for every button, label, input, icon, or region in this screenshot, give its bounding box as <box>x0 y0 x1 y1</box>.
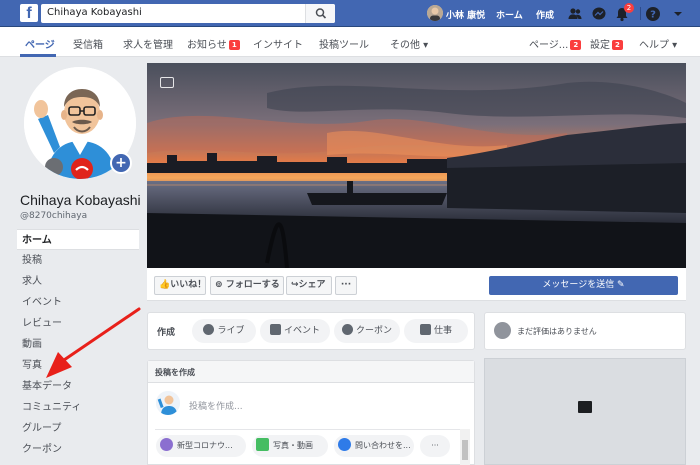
tab-page-right[interactable]: ページ... 2 <box>529 36 582 51</box>
sidebar-item-groups[interactable]: グループ <box>17 418 139 439</box>
settings-badge: 2 <box>612 40 623 50</box>
facebook-logo-icon[interactable]: f <box>20 4 38 22</box>
cover-photo[interactable] <box>147 63 686 268</box>
search-input[interactable]: Chihaya Kobayashi <box>41 4 335 23</box>
create-live-button[interactable]: ライブ <box>192 319 256 343</box>
covid-update-button[interactable]: 新型コロナウ... <box>156 435 246 457</box>
sidebar-item-coupons[interactable]: クーポン <box>17 439 139 460</box>
svg-text:?: ? <box>650 10 656 21</box>
share-arrow-icon: ↪ <box>291 280 299 290</box>
tab-more[interactable]: その他 ▾ <box>390 36 428 51</box>
create-coupon-button[interactable]: クーポン <box>334 319 400 343</box>
top-navigation-bar: f Chihaya Kobayashi 小林 康悦 ホーム 作成 2 ? <box>0 0 700 27</box>
review-speech-icon <box>494 322 511 339</box>
create-job-button[interactable]: 仕事 <box>404 319 468 343</box>
user-avatar[interactable] <box>427 5 443 21</box>
create-link[interactable]: 作成 <box>536 8 554 21</box>
sidebar-item-photos[interactable]: 写真 <box>17 355 139 376</box>
tab-publishing-tools[interactable]: 投稿ツール <box>319 36 369 51</box>
sidebar-item-about[interactable]: 基本データ <box>17 376 139 397</box>
add-profile-photo-button[interactable]: + <box>110 152 132 174</box>
rss-icon: ⊚ <box>215 280 226 290</box>
search-button[interactable] <box>305 4 335 23</box>
tab-notifications[interactable]: お知らせ 1 <box>187 36 240 51</box>
notifications-badge: 1 <box>228 40 240 50</box>
sidebar-item-reviews[interactable]: レビュー <box>17 313 139 334</box>
photo-placeholder-card[interactable] <box>484 358 686 465</box>
top-divider <box>640 7 641 20</box>
change-cover-camera-icon[interactable] <box>160 77 174 88</box>
messenger-bubble-icon <box>338 438 351 451</box>
create-post-card: 投稿を作成 投稿を作成... 新型コロナウ... 写真・動画 問い合わせを...… <box>147 360 475 465</box>
page-management-nav: ページ 受信箱 求人を管理 お知らせ 1 インサイト 投稿ツール その他 ▾ ペー… <box>0 27 700 57</box>
tab-help[interactable]: ヘルプ ▾ <box>639 36 677 51</box>
tab-settings[interactable]: 設定 2 <box>590 36 623 51</box>
create-event-button[interactable]: イベント <box>260 319 330 343</box>
sidebar-item-community[interactable]: コミュニティ <box>17 397 139 418</box>
notification-count-badge: 2 <box>624 3 634 13</box>
home-link[interactable]: ホーム <box>496 8 523 21</box>
account-menu-caret-icon[interactable] <box>670 6 686 22</box>
post-author-avatar <box>156 391 180 415</box>
sidebar-item-posts[interactable]: 投稿 <box>17 250 139 271</box>
help-icon[interactable]: ? <box>645 6 661 22</box>
video-camera-icon <box>203 324 215 335</box>
create-post-header: 投稿を作成 <box>148 361 474 383</box>
post-divider <box>155 429 460 430</box>
sidebar-item-jobs[interactable]: 求人 <box>17 271 139 292</box>
no-reviews-text: まだ評価はありません <box>517 327 597 336</box>
scrollbar-thumb[interactable] <box>462 440 468 460</box>
inquiry-button[interactable]: 問い合わせを... <box>334 435 414 457</box>
messenger-icon[interactable] <box>591 6 607 22</box>
sidebar-item-videos[interactable]: 動画 <box>17 334 139 355</box>
follow-button[interactable]: ⊚ フォローする <box>210 276 284 295</box>
post-composer-input[interactable]: 投稿を作成... <box>189 399 243 412</box>
tab-insights[interactable]: インサイト <box>253 36 303 51</box>
more-actions-button[interactable]: ··· <box>335 276 357 295</box>
create-label: 作成 <box>157 328 176 338</box>
active-tab-indicator <box>20 54 56 57</box>
calendar-icon <box>269 324 281 335</box>
sunset-harbor-image <box>147 63 686 268</box>
percent-icon <box>341 324 353 335</box>
user-name-link[interactable]: 小林 康悦 <box>446 8 485 21</box>
photo-video-button[interactable]: 写真・動画 <box>252 435 328 457</box>
briefcase-icon <box>419 324 431 335</box>
create-bar: 作成 ライブ イベント クーポン 仕事 <box>147 312 475 350</box>
tab-inbox[interactable]: 受信箱 <box>73 36 103 51</box>
add-photo-icon <box>578 401 592 413</box>
page-right-badge: 2 <box>570 40 582 50</box>
send-message-button[interactable]: メッセージを送信 ✎ <box>489 276 678 295</box>
sidebar-item-home[interactable]: ホーム <box>17 229 139 250</box>
tab-page-right-label: ページ... <box>529 40 569 51</box>
photo-icon <box>256 438 269 451</box>
covid-icon <box>160 438 173 451</box>
post-scrollbar[interactable] <box>460 429 470 465</box>
sidebar-item-events[interactable]: イベント <box>17 292 139 313</box>
tab-notifications-label: お知らせ <box>187 40 227 51</box>
reviews-card: まだ評価はありません <box>484 312 686 350</box>
page-sidebar-nav: ホーム 投稿 求人 イベント レビュー 動画 写真 基本データ コミュニティ グ… <box>17 229 139 460</box>
tab-settings-label: 設定 <box>590 40 610 51</box>
like-button[interactable]: 👍いいね！ <box>154 276 206 295</box>
page-name: Chihaya Kobayashi <box>20 192 141 208</box>
search-input-value[interactable]: Chihaya Kobayashi <box>47 7 142 18</box>
page-username[interactable]: @8270chihaya <box>20 211 87 221</box>
page-action-bar: 👍いいね！ ⊚ フォローする ↪シェア ··· メッセージを送信 ✎ <box>147 268 686 301</box>
tab-page[interactable]: ページ <box>25 36 55 51</box>
friend-requests-icon[interactable] <box>567 6 583 22</box>
share-button[interactable]: ↪シェア <box>286 276 332 295</box>
search-icon <box>315 8 327 19</box>
tab-manage-jobs[interactable]: 求人を管理 <box>123 36 173 51</box>
thumbs-up-icon: 👍 <box>159 280 171 290</box>
post-more-options-button[interactable]: ··· <box>420 435 450 457</box>
